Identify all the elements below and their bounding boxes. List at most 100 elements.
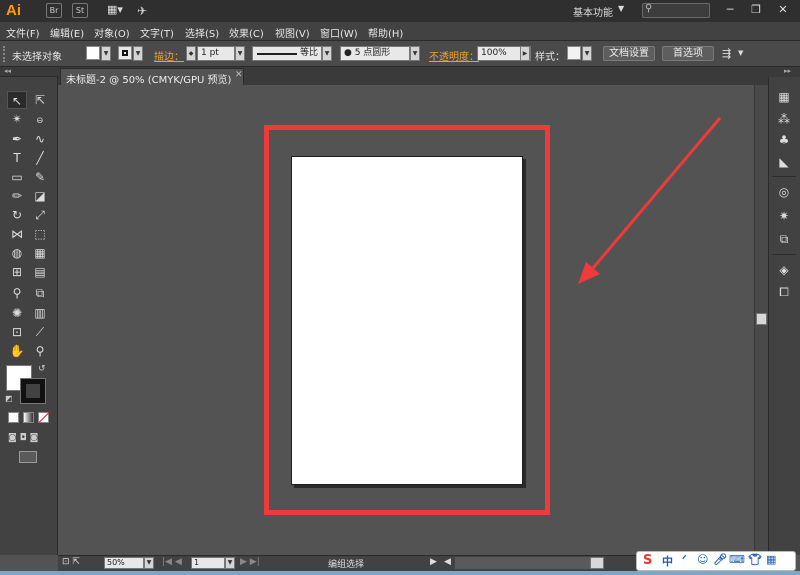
color-mode-button[interactable] xyxy=(8,412,19,423)
restore-button[interactable]: ❐ xyxy=(743,2,769,18)
horizontal-scrollbar[interactable] xyxy=(455,557,595,569)
curvature-tool-icon[interactable]: ∿ xyxy=(30,130,50,148)
gradient-tool-icon[interactable]: ▤ xyxy=(30,263,50,281)
swatches-icon[interactable]: ▦ xyxy=(775,88,793,106)
vertical-scroll-thumb[interactable] xyxy=(756,313,767,325)
hand-tool-icon[interactable]: ✋ xyxy=(7,342,27,360)
mesh-tool-icon[interactable]: ⊞ xyxy=(7,263,27,281)
symbols-icon[interactable]: ♣ xyxy=(775,131,793,149)
menu-edit[interactable]: 编辑(E) xyxy=(50,25,84,40)
artboard-tool-icon[interactable]: ⊡ xyxy=(7,323,27,341)
selection-tool-icon[interactable]: ↖ xyxy=(7,91,27,109)
layers-icon[interactable]: ◈ xyxy=(775,261,793,279)
magic-wand-tool-icon[interactable]: ✴ xyxy=(7,110,27,128)
lasso-tool-icon[interactable]: ဓ xyxy=(30,110,50,128)
status-menu-arrow[interactable]: ▶ xyxy=(430,557,437,567)
fill-dropdown-arrow[interactable]: ▼ xyxy=(101,46,111,61)
gradient-mode-button[interactable] xyxy=(23,412,34,423)
eyedropper-tool-icon[interactable]: ⚲ xyxy=(7,284,27,302)
menu-file[interactable]: 文件(F) xyxy=(6,25,40,40)
stroke-color-swatch[interactable] xyxy=(118,46,132,60)
toolbox-icon[interactable]: ▦ xyxy=(766,553,776,566)
menu-help[interactable]: 帮助(H) xyxy=(368,25,403,40)
opacity-panel-link[interactable]: 不透明度： xyxy=(429,48,479,63)
appearance-icon[interactable]: ◎ xyxy=(775,183,793,201)
sync-icon[interactable]: ✈ xyxy=(137,4,147,18)
shape-builder-tool-icon[interactable]: ◍ xyxy=(7,244,27,262)
menu-window[interactable]: 窗口(W) xyxy=(320,25,358,40)
menu-effect[interactable]: 效果(C) xyxy=(229,25,264,40)
status-icons[interactable]: ⊡ ⇱ xyxy=(62,557,80,567)
artboard-number-field[interactable]: 1 xyxy=(191,557,225,569)
transform-icon[interactable]: ⧉ xyxy=(775,230,793,248)
opacity-dropdown[interactable]: ▶ xyxy=(520,46,530,61)
artboard-dropdown[interactable]: ▼ xyxy=(225,557,235,569)
stroke-weight-stepper[interactable]: ◆ xyxy=(186,46,196,61)
collapse-icon[interactable]: ◂◂ xyxy=(4,67,11,75)
drawing-modes-icon[interactable]: ◙ ◘ ◙ xyxy=(8,433,52,445)
artboard-nav-next[interactable]: ▶ ▶| xyxy=(240,557,260,567)
bridge-button[interactable]: Br xyxy=(46,3,62,18)
microphone-icon[interactable]: 🎤︎ xyxy=(713,553,727,566)
brush-definition[interactable]: ● 5 点圆形 xyxy=(340,46,410,61)
width-tool-icon[interactable]: ⋈ xyxy=(7,225,27,243)
color-guide-icon[interactable]: ✷ xyxy=(775,207,793,225)
stroke-dropdown-arrow[interactable]: ▼ xyxy=(133,46,143,61)
workspace-switcher[interactable]: 基本功能 xyxy=(573,4,613,19)
fill-color-swatch[interactable] xyxy=(86,46,100,60)
graphic-style-swatch[interactable] xyxy=(567,46,581,60)
graphic-style-dropdown[interactable]: ▼ xyxy=(582,46,592,61)
punctuation-icon[interactable]: ᐟ xyxy=(682,553,687,566)
keyboard-icon[interactable]: ⌨ xyxy=(729,553,745,566)
document-tab[interactable]: 未标题-2 @ 50% (CMYK/GPU 预览) xyxy=(60,68,244,86)
slice-tool-icon[interactable]: ⟋ xyxy=(30,323,50,341)
expand-icon[interactable]: ▸▸ xyxy=(784,67,791,75)
chevron-down-icon[interactable]: ▼ xyxy=(618,4,624,13)
scroll-left-arrow[interactable]: ◀ xyxy=(444,557,451,567)
menu-view[interactable]: 视图(V) xyxy=(275,25,310,40)
emoji-icon[interactable]: ☺ xyxy=(697,553,708,566)
screen-mode-button[interactable] xyxy=(19,451,37,463)
close-tab-icon[interactable]: ✕ xyxy=(235,70,243,80)
perspective-grid-tool-icon[interactable]: ▦ xyxy=(30,244,50,262)
swap-fill-stroke-icon[interactable]: ↺ xyxy=(38,364,46,374)
rotate-tool-icon[interactable]: ↻ xyxy=(7,206,27,224)
brush-dropdown[interactable]: ▼ xyxy=(410,46,420,61)
scale-tool-icon[interactable]: ⤢ xyxy=(30,206,50,224)
ime-language-toggle[interactable]: 中 xyxy=(662,553,673,569)
horizontal-scroll-thumb[interactable] xyxy=(590,557,604,569)
artboards-icon[interactable]: ⧠ xyxy=(775,283,793,301)
close-button[interactable]: ✕ xyxy=(770,2,796,18)
blend-tool-icon[interactable]: ⧉ xyxy=(30,284,50,302)
brushes-icon[interactable]: ⁂ xyxy=(775,110,793,128)
graphic-styles-icon[interactable]: ◣ xyxy=(775,153,793,171)
eraser-tool-icon[interactable]: ◪ xyxy=(30,187,50,205)
menu-object[interactable]: 对象(O) xyxy=(94,25,130,40)
pen-tool-icon[interactable]: ✒ xyxy=(7,130,27,148)
variable-width-profile[interactable]: 等比 xyxy=(252,46,322,61)
profile-dropdown[interactable]: ▼ xyxy=(322,46,332,61)
arrange-icon[interactable]: ⇶ xyxy=(722,47,731,60)
free-transform-tool-icon[interactable]: ⬚ xyxy=(30,225,50,243)
arrange-documents-button[interactable]: ▦▾ xyxy=(103,3,127,18)
type-tool-icon[interactable]: T xyxy=(7,149,27,167)
zoom-tool-icon[interactable]: ⚲ xyxy=(30,342,50,360)
skin-icon[interactable]: 👕︎ xyxy=(748,553,762,566)
minimize-button[interactable]: ─ xyxy=(717,2,743,18)
stroke-weight-field[interactable]: 1 pt xyxy=(197,46,235,61)
preferences-button[interactable]: 首选项 xyxy=(662,46,714,61)
line-tool-icon[interactable]: ╱ xyxy=(30,149,50,167)
menu-select[interactable]: 选择(S) xyxy=(185,25,219,40)
none-mode-button[interactable] xyxy=(38,412,50,423)
panel-menu-icon[interactable]: ▼ xyxy=(738,49,743,57)
direct-selection-tool-icon[interactable]: ⇱ xyxy=(30,91,50,109)
grip-handle[interactable] xyxy=(3,46,7,62)
rectangle-tool-icon[interactable]: ▭ xyxy=(7,168,27,186)
default-colors-icon[interactable]: ◩ xyxy=(5,394,13,403)
symbol-sprayer-tool-icon[interactable]: ✺ xyxy=(7,304,27,322)
artboard-nav-prev[interactable]: |◀ ◀ xyxy=(162,557,182,567)
document-setup-button[interactable]: 文档设置 xyxy=(603,46,655,61)
pencil-tool-icon[interactable]: ✏ xyxy=(7,187,27,205)
ime-logo[interactable]: S xyxy=(643,553,652,568)
stroke-weight-dropdown[interactable]: ▼ xyxy=(235,46,245,61)
